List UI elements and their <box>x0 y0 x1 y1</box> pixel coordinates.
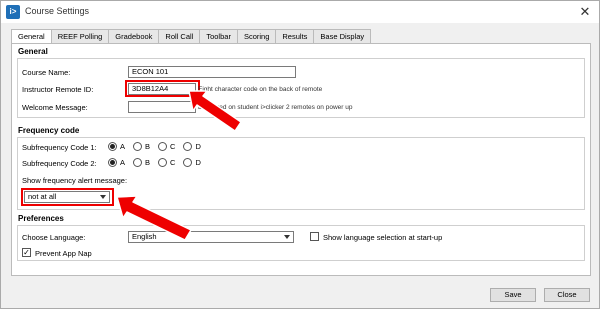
frequency-alert-value: not at all <box>28 192 57 201</box>
code2-radio-b[interactable] <box>133 158 143 167</box>
tab-general[interactable]: General <box>11 29 52 44</box>
code1-radio-d[interactable] <box>183 142 193 151</box>
show-language-checkbox[interactable] <box>310 232 319 241</box>
window-title: Course Settings <box>25 6 90 16</box>
welcome-message-label: Welcome Message: <box>22 103 88 112</box>
subfrequency-code-2-radios: A B C D <box>108 158 209 167</box>
course-settings-window: i> Course Settings ✕ General REEF Pollin… <box>0 0 600 309</box>
chevron-down-icon <box>100 195 106 199</box>
subfrequency-code-1-label: Subfrequency Code 1: <box>22 143 97 152</box>
title-bar: i> Course Settings ✕ <box>1 1 599 23</box>
subfrequency-code-1-radios: A B C D <box>108 142 209 151</box>
subfrequency-code-2-label: Subfrequency Code 2: <box>22 159 97 168</box>
language-value: English <box>132 232 157 241</box>
preferences-group-title: Preferences <box>17 214 65 223</box>
frequency-alert-dropdown[interactable]: not at all <box>24 191 110 203</box>
close-button[interactable]: Close <box>544 288 590 302</box>
course-name-field[interactable]: ECON 101 <box>128 66 296 78</box>
code2-radio-c[interactable] <box>158 158 168 167</box>
tab-base-display[interactable]: Base Display <box>313 29 372 43</box>
remote-id-label: Instructor Remote ID: <box>22 85 94 94</box>
iclicker-app-icon: i> <box>6 5 20 19</box>
general-panel: General Course Name: ECON 101 Instructor… <box>11 43 591 276</box>
choose-language-label: Choose Language: <box>22 233 86 242</box>
save-button[interactable]: Save <box>490 288 536 302</box>
general-group-title: General <box>17 47 49 56</box>
frequency-group-title: Frequency code <box>17 126 81 135</box>
tab-scoring[interactable]: Scoring <box>236 29 277 43</box>
frequency-alert-label: Show frequency alert message: <box>22 176 128 185</box>
code2-radio-d[interactable] <box>183 158 193 167</box>
code1-radio-a[interactable] <box>108 142 117 151</box>
course-name-label: Course Name: <box>22 68 71 77</box>
close-window-icon[interactable]: ✕ <box>577 4 593 20</box>
show-language-label: Show language selection at start-up <box>323 233 443 242</box>
remote-id-hint: Eight character code on the back of remo… <box>198 86 323 93</box>
language-dropdown[interactable]: English <box>128 231 294 243</box>
tab-reef-polling[interactable]: REEF Polling <box>50 29 110 43</box>
welcome-message-field[interactable] <box>128 101 196 113</box>
prevent-app-nap-checkbox[interactable]: ✓ <box>22 248 31 257</box>
welcome-message-hint: Displayed on student i>clicker 2 remotes… <box>198 104 353 111</box>
tab-roll-call[interactable]: Roll Call <box>158 29 201 43</box>
tab-toolbar[interactable]: Toolbar <box>199 29 238 43</box>
tab-bar: General REEF Polling Gradebook Roll Call… <box>11 29 372 44</box>
prevent-app-nap-label: Prevent App Nap <box>35 249 92 258</box>
code1-radio-c[interactable] <box>158 142 168 151</box>
remote-id-field[interactable]: 3D8B12A4 <box>128 83 196 95</box>
code1-radio-b[interactable] <box>133 142 143 151</box>
tab-gradebook[interactable]: Gradebook <box>108 29 160 43</box>
code2-radio-a[interactable] <box>108 158 117 167</box>
tab-results[interactable]: Results <box>275 29 315 43</box>
preferences-group <box>17 225 585 261</box>
chevron-down-icon <box>284 235 290 239</box>
